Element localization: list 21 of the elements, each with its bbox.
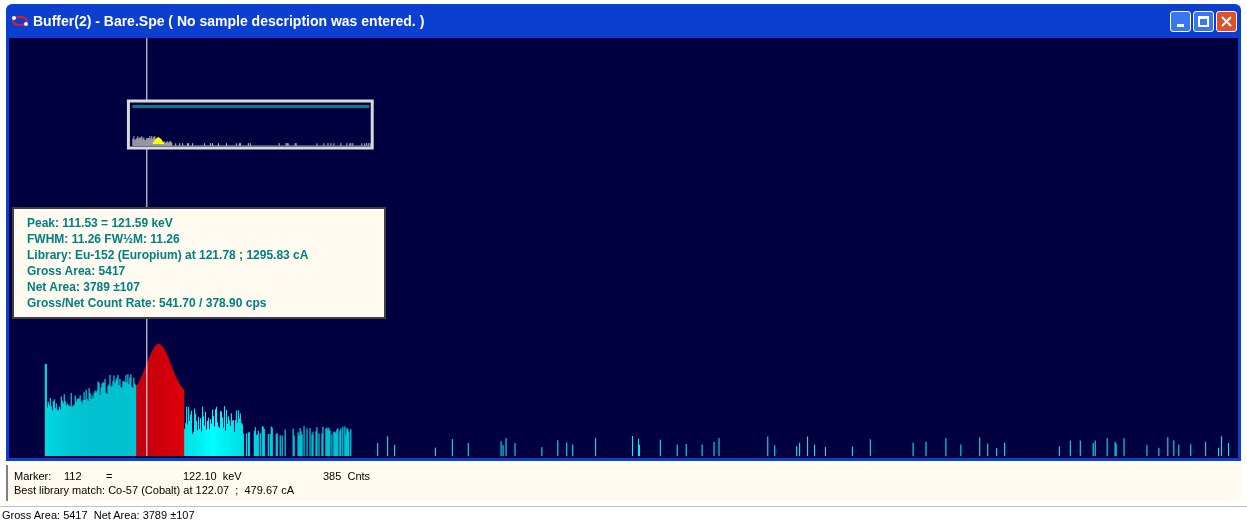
spectrum-plot[interactable]: Peak: 111.53 = 121.59 keV FWHM: 11.26 FW½M: 11.26 Library: Eu-152 (Europium) at 121.78 ; 1295.83 cA Gross Area: 5417 Net Area: 3789 ±107 Gross/Net Count Rate: 541.70 / 378.90 cps [9, 38, 1238, 458]
library-match-text: Best library match: Co-57 (Cobalt) at 122.07 ; 479.67 cA [14, 483, 296, 497]
app-icon [11, 14, 29, 28]
status-text: Gross Area: 5417 Net Area: 3789 ±107 [2, 507, 195, 523]
marker-counts: 385 Cnts [323, 469, 371, 483]
peak-info-line: Peak: 111.53 = 121.59 keV [27, 215, 174, 231]
peak-info-line: Net Area: 3789 ±107 [27, 279, 141, 295]
marker-label: Marker: [14, 469, 53, 483]
close-button[interactable] [1216, 10, 1237, 32]
equals-text: = [106, 469, 114, 483]
close-icon [1221, 15, 1232, 27]
peak-info-line: Gross Area: 5417 [27, 263, 127, 279]
maximize-button[interactable] [1193, 10, 1214, 32]
window-title: Buffer(2) - Bare.Spe ( No sample description was entered. ) [33, 11, 425, 31]
marker-channel: 112 [64, 469, 83, 483]
marker-energy: 122.10 keV [183, 469, 243, 483]
peak-info-line: FWHM: 11.26 FW½M: 11.26 [27, 231, 181, 247]
peak-info-line: Gross/Net Count Rate: 541.70 / 378.90 cps [27, 295, 268, 311]
overview-drawing[interactable] [126, 99, 374, 150]
minimize-button[interactable] [1170, 10, 1191, 32]
peak-info-line: Library: Eu-152 (Europium) at 121.78 ; 1295.83 cA [27, 247, 310, 263]
